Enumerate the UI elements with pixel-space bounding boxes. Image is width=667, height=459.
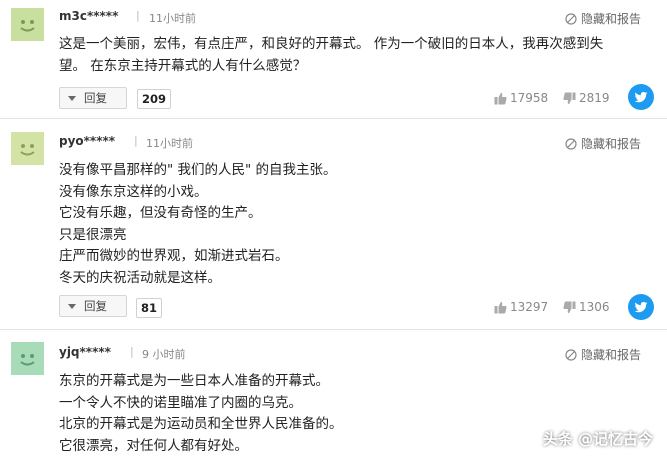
smiley-avatar-icon [11,132,44,165]
username[interactable]: m3c***** [59,9,118,23]
hide-report-link[interactable]: 隐藏和报告 [565,135,641,152]
meta-separator: | [130,345,134,358]
smiley-avatar-icon [11,342,44,375]
dislike-count: 1306 [579,300,610,314]
hide-report-link[interactable]: 隐藏和报告 [565,10,641,27]
dislike-count: 2819 [579,91,610,105]
reply-button[interactable]: 回复 [59,87,127,109]
like-button[interactable]: 13297 [494,300,548,314]
dislike-button[interactable]: 1306 [563,300,610,314]
like-count: 17958 [510,91,549,105]
hide-report-label: 隐藏和报告 [580,137,641,151]
comment-body: 没有像平昌那样的" 我们的人民" 的自我主张。 没有像东京这样的小戏。 它没有乐… [59,162,337,286]
dislike-button[interactable]: 2819 [563,91,610,105]
like-button[interactable]: 17958 [494,91,548,105]
avatar[interactable] [11,132,44,165]
hide-icon [565,348,577,361]
thumbs-down-icon [563,301,576,313]
username[interactable]: yjq***** [59,345,111,359]
comment-body: 这是一个美丽，宏伟，有点庄严，和良好的开幕式。 作为一个破旧的日本人，我再次感到… [59,36,604,74]
chevron-down-icon [68,95,76,101]
thumbs-down-icon [563,92,576,104]
reply-count-badge: 209 [137,89,172,109]
hide-icon [565,137,577,150]
username[interactable]: pyo***** [59,134,115,148]
thumbs-up-icon [494,301,507,313]
twitter-bird-icon [634,91,648,103]
smiley-avatar-icon [11,8,44,41]
twitter-share-button[interactable] [628,294,654,320]
comment-item: pyo***** | 11小时前 隐藏和报告 没有像平昌那样的" 我们的人民" … [0,119,667,329]
avatar[interactable] [11,8,44,41]
reply-count-badge: 81 [136,298,163,318]
meta-separator: | [134,134,138,147]
hide-icon [565,12,577,25]
hide-report-label: 隐藏和报告 [580,12,641,26]
watermark: 头条 @记忆古今 [542,430,653,448]
timestamp: 9 小时前 [142,348,186,361]
reply-label: 回复 [84,299,107,313]
twitter-bird-icon [634,301,648,313]
timestamp: 11小时前 [149,12,196,25]
hide-report-label: 隐藏和报告 [580,348,641,362]
hide-report-link[interactable]: 隐藏和报告 [565,346,641,363]
timestamp: 11小时前 [146,137,193,150]
avatar[interactable] [11,342,44,375]
twitter-share-button[interactable] [628,84,654,110]
like-count: 13297 [510,300,549,314]
thumbs-up-icon [494,92,507,104]
comment-item: m3c***** | 11小时前 隐藏和报告 这是一个美丽，宏伟，有点庄严，和良… [0,0,667,118]
reply-button[interactable]: 回复 [59,295,127,317]
meta-separator: | [136,9,140,22]
chevron-down-icon [68,303,76,309]
reply-label: 回复 [84,91,107,105]
